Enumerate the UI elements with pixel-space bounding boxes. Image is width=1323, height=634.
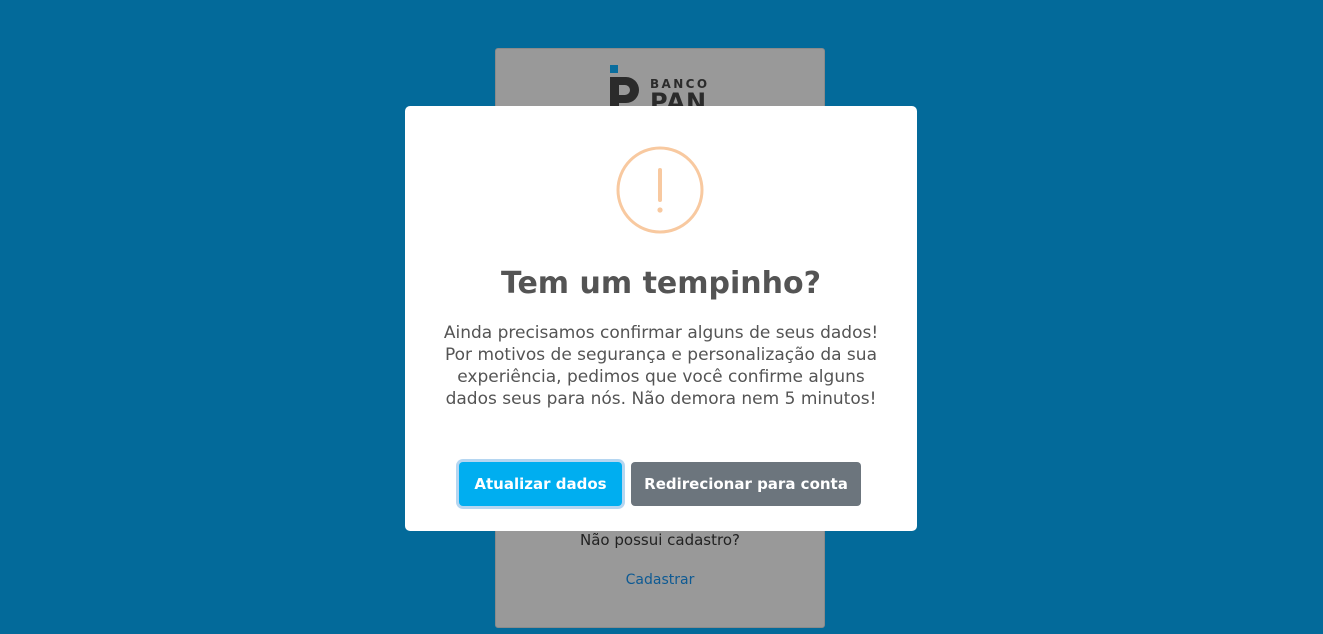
modal-actions: Atualizar dados Redirecionar para conta xyxy=(405,462,917,506)
banco-pan-logo-mark xyxy=(610,65,640,111)
warning-exclamation-icon xyxy=(616,146,704,234)
update-data-button[interactable]: Atualizar dados xyxy=(459,462,622,506)
register-link[interactable]: Cadastrar xyxy=(496,572,824,588)
update-data-modal: Tem um tempinho? Ainda precisamos confir… xyxy=(405,106,917,531)
modal-text: Ainda precisamos confirmar alguns de seu… xyxy=(443,323,879,409)
redirect-to-account-button[interactable]: Redirecionar para conta xyxy=(631,462,861,506)
modal-title: Tem um tempinho? xyxy=(500,266,822,301)
no-account-text: Não possui cadastro? xyxy=(580,531,740,549)
banco-pan-logo: BANCO PAN xyxy=(610,65,720,115)
